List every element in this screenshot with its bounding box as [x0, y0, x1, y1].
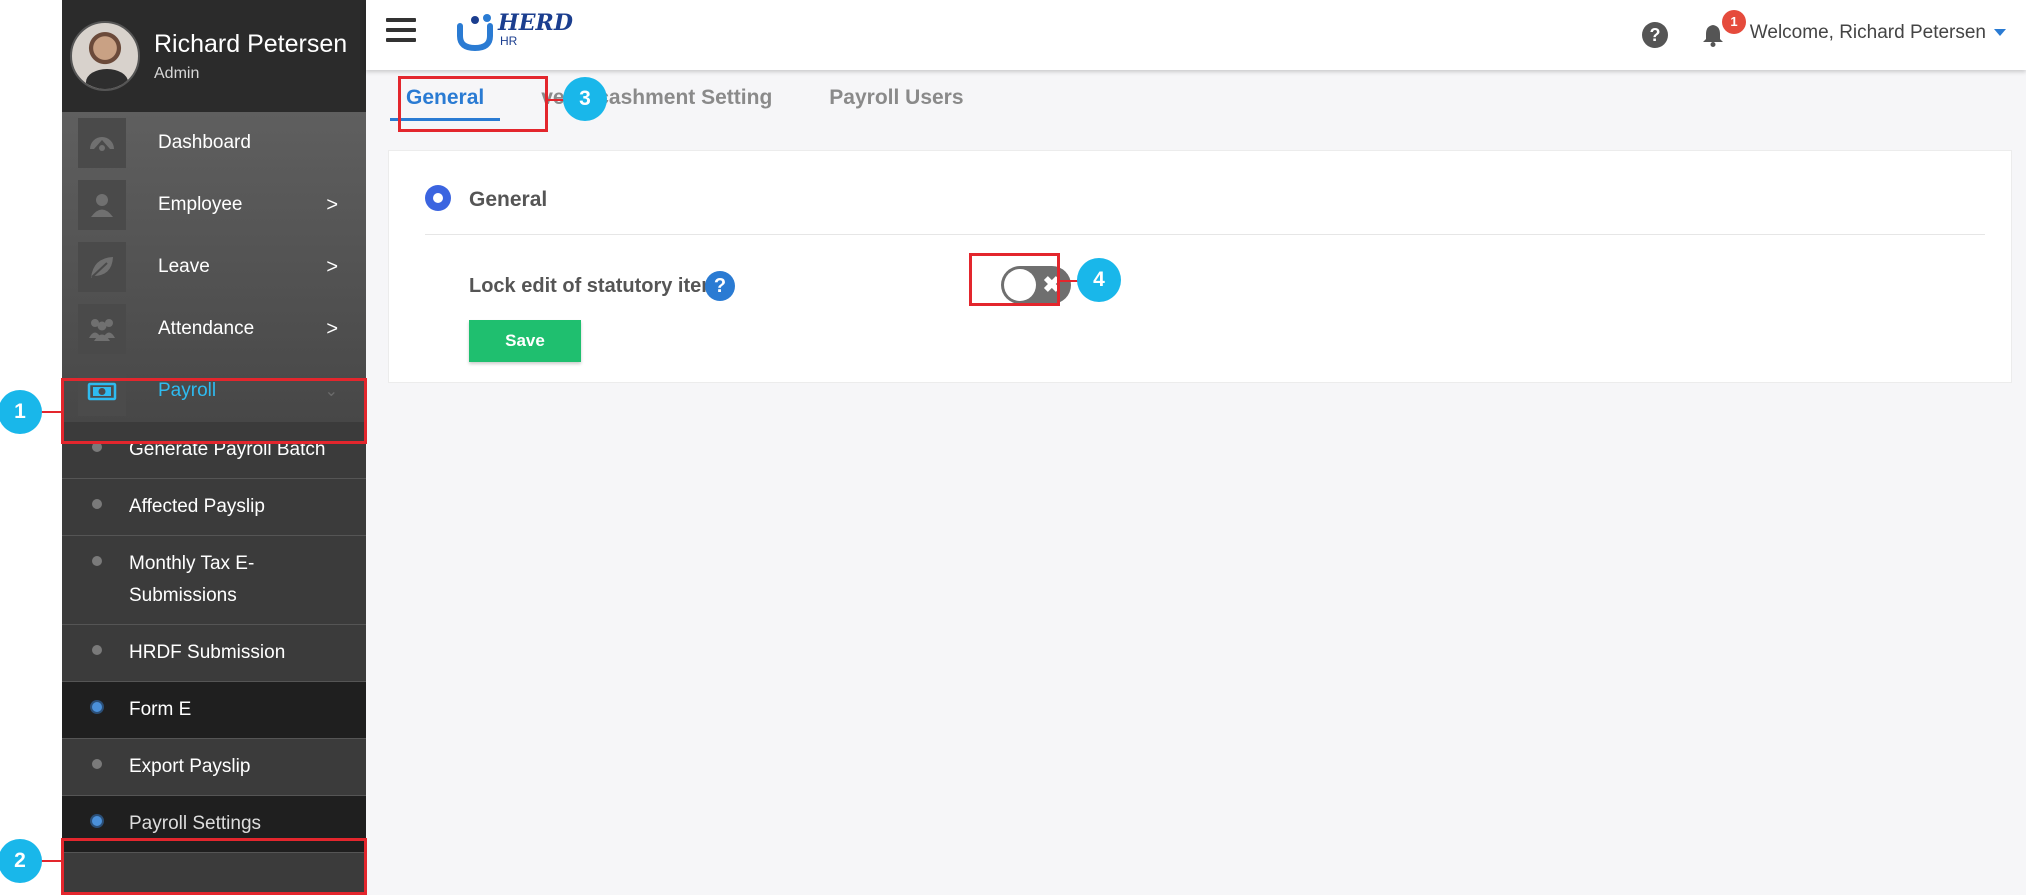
profile-panel: Richard Petersen Admin — [62, 0, 366, 112]
nav-label-attendance: Attendance — [158, 318, 255, 339]
welcome-prefix: Welcome, — [1749, 22, 1834, 43]
submenu-export-payslip[interactable]: Export Payslip — [62, 739, 366, 796]
bullet-icon — [92, 759, 102, 769]
tab-payroll-users[interactable]: Payroll Users — [829, 70, 963, 132]
user-icon — [78, 180, 126, 230]
submenu-form-e[interactable]: Form E — [62, 682, 366, 739]
leaf-icon — [78, 242, 126, 292]
nav-item-employee[interactable]: Employee > — [62, 174, 366, 236]
bullet-icon — [92, 499, 102, 509]
question-help-icon[interactable]: ? — [705, 271, 735, 301]
logo-herd: HERD — [498, 10, 573, 36]
annotation-badge-3: 3 — [563, 77, 607, 121]
logo-text: HERD HR — [498, 12, 573, 47]
submenu-label: Form E — [129, 699, 192, 720]
payroll-submenu: Generate Payroll Batch Affected Payslip … — [62, 422, 366, 853]
bullet-icon — [92, 645, 102, 655]
annotation-line-1 — [40, 411, 62, 413]
annotation-box-3 — [398, 76, 548, 132]
submenu-label: Affected Payslip — [129, 496, 265, 517]
submenu-hrdf-submission[interactable]: HRDF Submission — [62, 625, 366, 682]
user-menu[interactable]: Welcome, Richard Petersen — [1750, 22, 2006, 44]
annotation-box-4 — [969, 253, 1060, 306]
nav-label-dashboard: Dashboard — [158, 132, 251, 153]
section-header: General — [425, 185, 1985, 235]
submenu-label: Payroll Settings — [129, 813, 262, 834]
group-icon — [78, 304, 126, 354]
annotation-badge-4: 4 — [1077, 258, 1121, 302]
nav-item-leave[interactable]: Leave > — [62, 236, 366, 298]
notification-badge: 1 — [1722, 10, 1746, 34]
annotation-box-1 — [61, 378, 367, 444]
nav-label-leave: Leave — [158, 256, 210, 277]
nav-label-employee: Employee — [158, 194, 243, 215]
nav-item-dashboard[interactable]: Dashboard — [62, 112, 366, 174]
annotation-box-2 — [61, 838, 367, 895]
profile-role: Admin — [154, 65, 200, 82]
bullet-icon — [92, 702, 102, 712]
chevron-right-icon: > — [326, 317, 338, 340]
submenu-monthly-tax-e-submissions[interactable]: Monthly Tax E-Submissions — [62, 536, 366, 625]
lock-statutory-label: Lock edit of statutory items — [469, 275, 731, 297]
avatar — [70, 21, 140, 91]
submenu-affected-payslip[interactable]: Affected Payslip — [62, 479, 366, 536]
submenu-label: Export Payslip — [129, 756, 251, 777]
chevron-right-icon: > — [326, 255, 338, 278]
sidebar: Richard Petersen Admin Dashboard Employe… — [62, 0, 366, 895]
main-nav: Dashboard Employee > Leave > Attendance … — [62, 112, 366, 422]
chevron-right-icon: > — [326, 193, 338, 216]
logo-mark-icon — [457, 14, 493, 52]
herd-hr-logo[interactable]: HERD HR — [454, 12, 573, 52]
nav-item-attendance[interactable]: Attendance > — [62, 298, 366, 360]
caret-down-icon — [1994, 29, 2006, 37]
bullet-icon — [92, 556, 102, 566]
submenu-label: HRDF Submission — [129, 642, 286, 663]
profile-text: Richard Petersen Admin — [154, 29, 347, 83]
annotation-badge-2: 2 — [0, 839, 42, 883]
main-content: General ve Encashment Setting Payroll Us… — [366, 70, 2026, 895]
radio-general[interactable] — [425, 185, 451, 211]
annotation-line-2 — [40, 860, 62, 862]
profile-name: Richard Petersen — [154, 30, 348, 58]
section-title: General — [469, 188, 548, 211]
submenu-label: Monthly Tax E-Submissions — [129, 553, 255, 606]
top-header: HERD HR ? 1 Welcome, Richard Petersen — [366, 0, 2026, 70]
app-root: Richard Petersen Admin Dashboard Employe… — [0, 0, 2026, 895]
welcome-name: Richard Petersen — [1839, 22, 1986, 43]
hamburger-menu-icon[interactable] — [386, 18, 416, 44]
help-icon[interactable]: ? — [1642, 22, 1668, 48]
annotation-badge-1: 1 — [0, 390, 42, 434]
bullet-icon — [92, 816, 102, 826]
save-button[interactable]: Save — [469, 320, 581, 362]
logo-hr: HR — [500, 34, 518, 48]
general-settings-card: General Lock edit of statutory items ? ✖… — [388, 150, 2012, 383]
dashboard-icon — [78, 118, 126, 168]
